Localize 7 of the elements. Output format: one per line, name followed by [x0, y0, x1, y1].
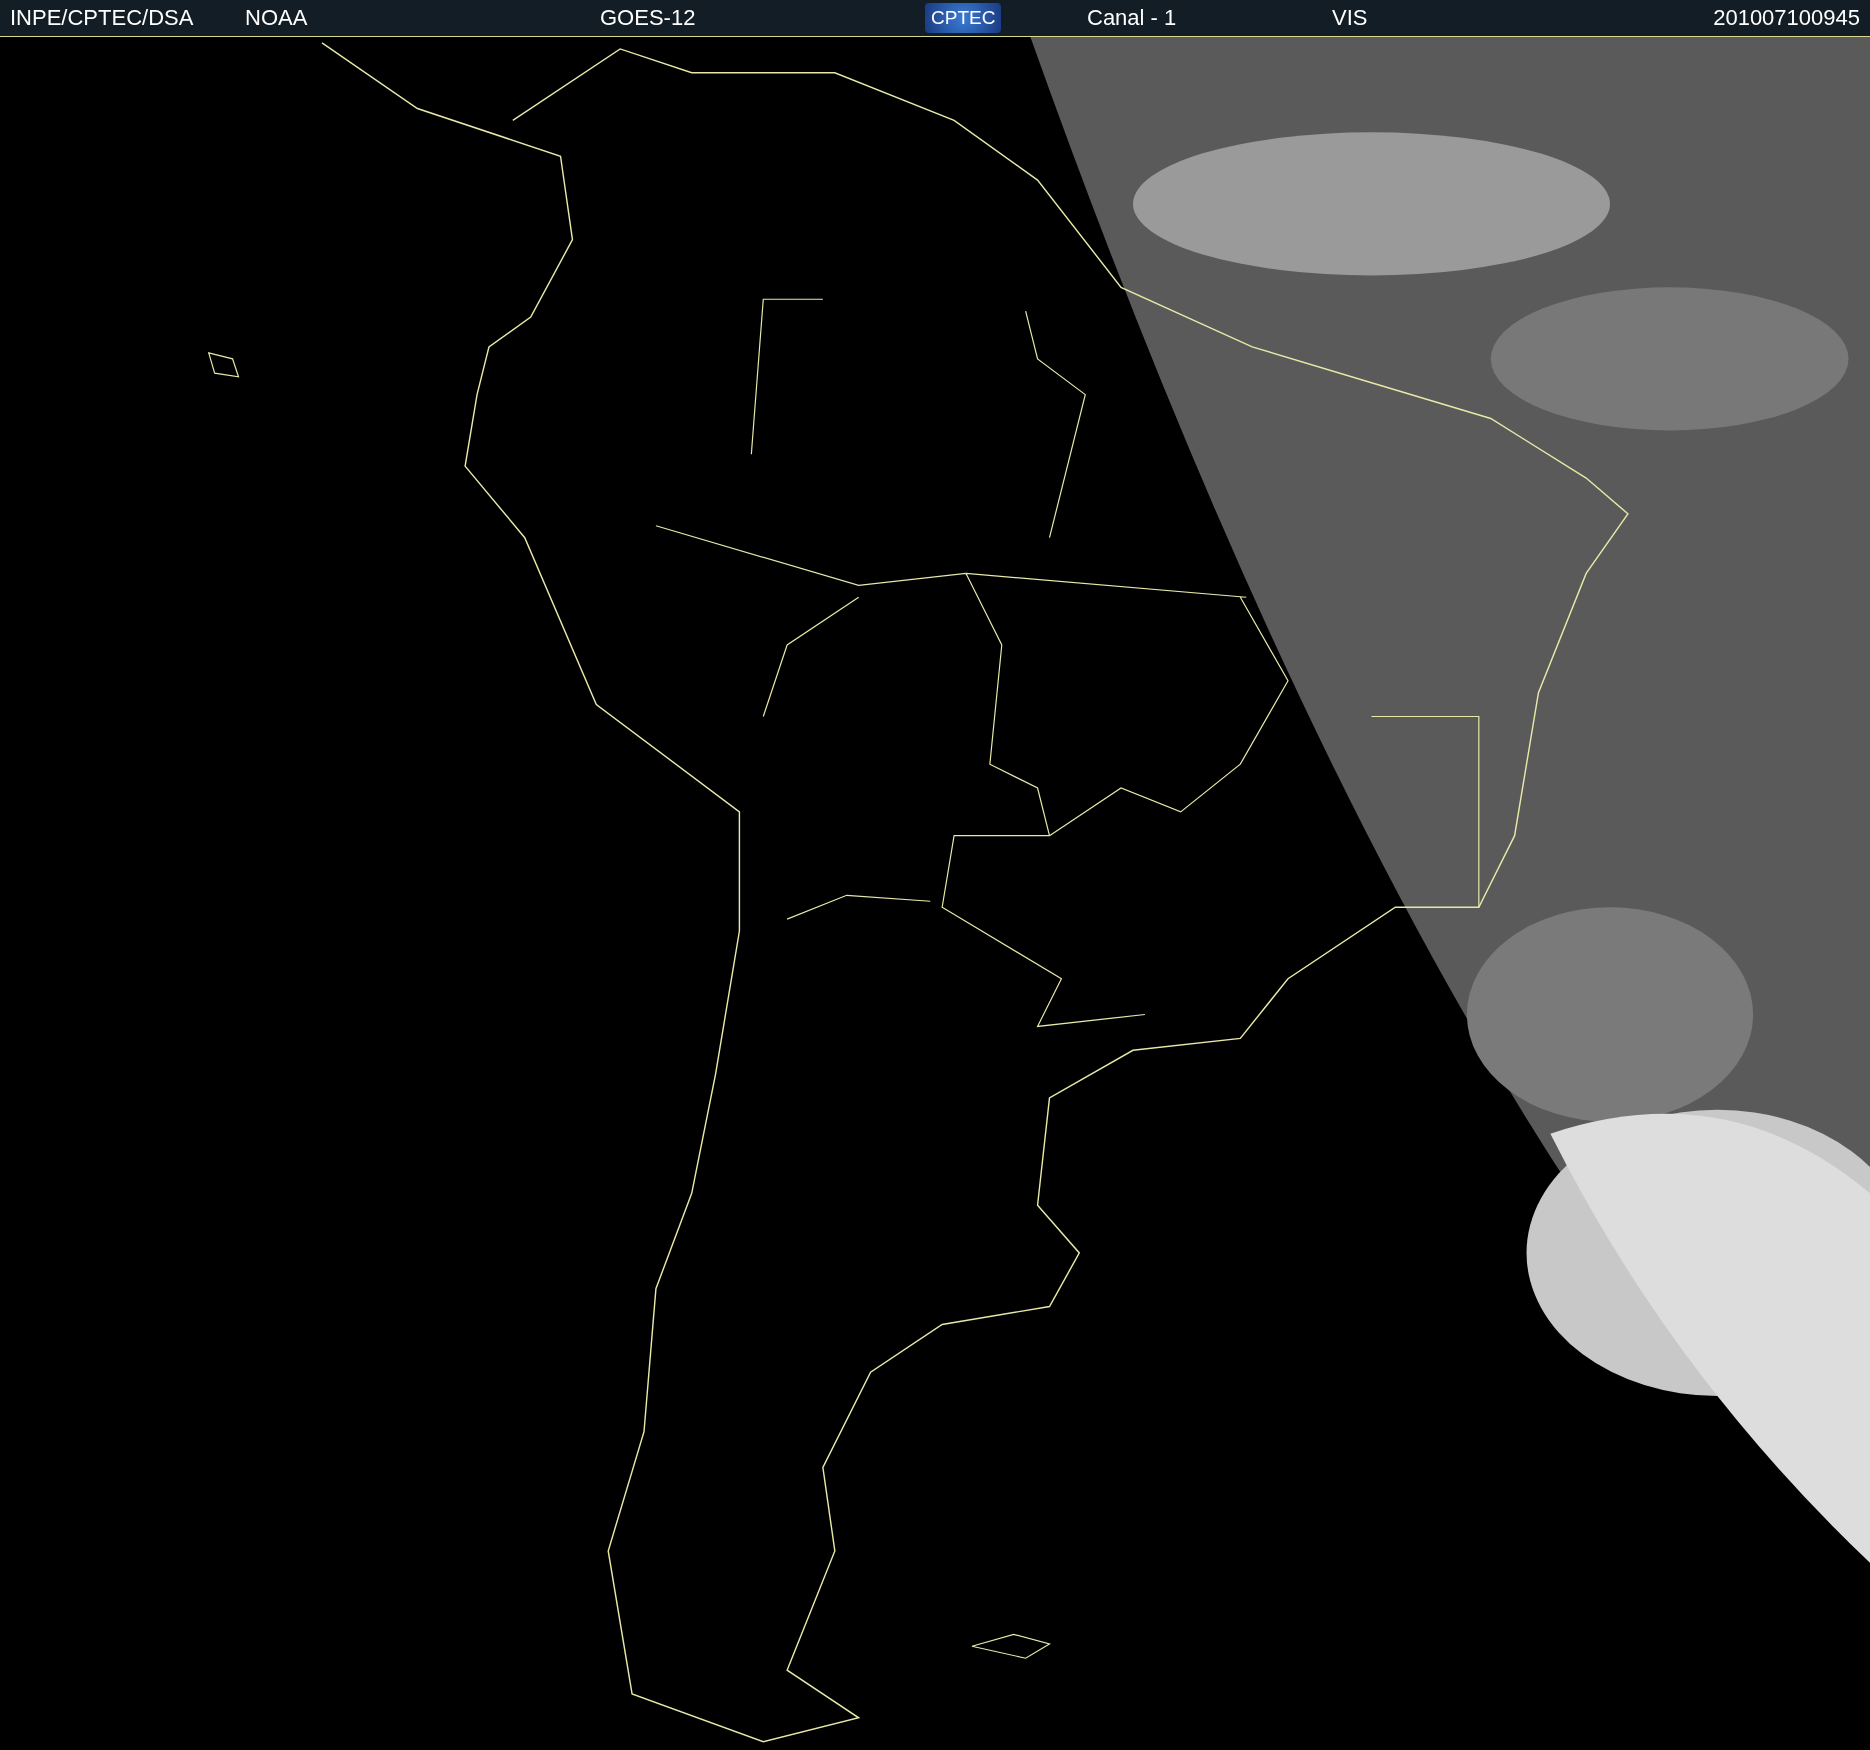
logo: CPTEC	[925, 3, 1002, 33]
header-label: INPE/CPTEC/DSA	[10, 5, 194, 31]
header-label: VIS	[1332, 5, 1368, 31]
header-label: 201007100945	[1713, 5, 1860, 31]
header-label: Canal - 1	[1087, 5, 1177, 31]
header-label: GOES-12	[600, 5, 696, 31]
header-label: NOAA	[245, 5, 308, 31]
